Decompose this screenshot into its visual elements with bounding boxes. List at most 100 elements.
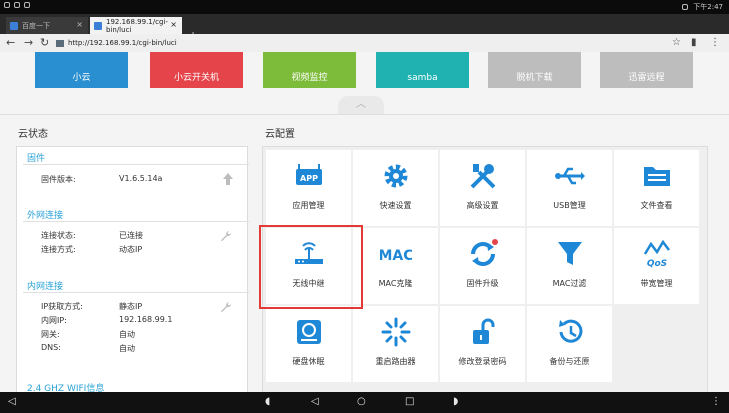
- app-label: 迅雷远程: [628, 73, 665, 83]
- app-button-video[interactable]: 视频监控: [263, 52, 356, 88]
- svg-text:APP: APP: [300, 174, 318, 183]
- tile-file-browser[interactable]: 文件查看: [614, 150, 699, 226]
- close-tab-icon[interactable]: ×: [170, 20, 177, 29]
- menu-icon[interactable]: ⋮: [711, 395, 721, 409]
- wan-mode-label: 连接方式:: [41, 245, 76, 254]
- close-tab-icon[interactable]: ×: [76, 20, 83, 29]
- restart-icon: [381, 317, 411, 347]
- refresh-icon: [471, 239, 498, 266]
- back-icon[interactable]: ←: [6, 36, 15, 49]
- tile-label: 硬盘休眠: [292, 357, 325, 366]
- back-icon[interactable]: ◁: [311, 395, 319, 409]
- tile-mac-clone[interactable]: MAC MAC克隆: [353, 228, 438, 304]
- volume-down-icon[interactable]: ◖: [265, 395, 270, 409]
- tile-label: MAC过滤: [552, 279, 587, 288]
- lan-ip-label: 内网IP:: [41, 316, 67, 325]
- tile-label: MAC克隆: [378, 279, 413, 288]
- forward-icon[interactable]: →: [24, 36, 33, 49]
- tile-label: 文件查看: [640, 201, 673, 210]
- unlock-icon: [473, 318, 495, 344]
- divider: [23, 221, 249, 222]
- mac-icon: MAC: [380, 248, 412, 264]
- app-label: 脱机下载: [516, 73, 553, 83]
- tile-usb-management[interactable]: USB管理: [527, 150, 612, 226]
- back-nav-icon[interactable]: ◁: [8, 395, 16, 409]
- wan-status-label: 连接状态:: [41, 231, 76, 240]
- divider: [23, 292, 249, 293]
- usb-icon: [555, 167, 585, 185]
- lan-ipmode-label: IP获取方式:: [41, 302, 83, 311]
- tile-app-management[interactable]: APP 应用管理: [266, 150, 351, 226]
- wan-status-value: 已连接: [119, 231, 143, 240]
- reload-icon[interactable]: ↻: [40, 36, 49, 49]
- app-button-power[interactable]: 小云开关机: [150, 52, 243, 88]
- cloud-config-title: 云配置: [265, 129, 295, 140]
- tile-disk-sleep[interactable]: 硬盘休眠: [266, 306, 351, 382]
- app-label: samba: [407, 73, 438, 83]
- qos-icon: QoS: [643, 239, 670, 269]
- backup-icon: [559, 319, 583, 343]
- wrench-icon[interactable]: [220, 230, 232, 242]
- svg-text:QoS: QoS: [647, 259, 667, 269]
- favicon-icon: [94, 22, 102, 30]
- volume-up-icon[interactable]: ◗: [453, 395, 458, 409]
- lan-dns-label: DNS:: [41, 343, 61, 352]
- divider: [0, 114, 729, 115]
- lan-gateway-label: 网关:: [41, 330, 60, 339]
- firmware-version-value: V1.6.5.14a: [119, 174, 163, 183]
- lan-dns-value: 自动: [119, 344, 135, 353]
- bookmark-icon[interactable]: ▮: [691, 36, 697, 49]
- lan-gateway-value: 自动: [119, 330, 135, 339]
- app-button-samba[interactable]: samba: [376, 52, 469, 88]
- harddisk-icon: [297, 320, 321, 344]
- star-icon[interactable]: ☆: [672, 36, 681, 49]
- browser-tab-luci[interactable]: 192.168.99.1/cgi-bin/luci ×: [90, 17, 182, 34]
- app-label: 小云: [72, 73, 91, 83]
- tile-restart-router[interactable]: 重启路由器: [353, 306, 438, 382]
- wan-mode-value: 动态IP: [119, 245, 143, 254]
- upgrade-arrow-icon[interactable]: [223, 173, 233, 185]
- app-label: 小云开关机: [173, 73, 219, 83]
- tile-label: USB管理: [553, 201, 586, 210]
- lan-title: 内网连接: [27, 282, 64, 292]
- wifi-title: 2.4 GHZ WIFI信息: [27, 384, 105, 392]
- wrench-icon[interactable]: [220, 301, 232, 313]
- browser-tab-baidu[interactable]: 百度一下 ×: [6, 17, 88, 34]
- tile-backup-restore[interactable]: 备份与还原: [527, 306, 612, 382]
- tile-change-password[interactable]: 修改登录密码: [440, 306, 525, 382]
- home-icon[interactable]: ○: [357, 395, 366, 409]
- recent-apps-icon[interactable]: □: [405, 395, 414, 409]
- svg-text:MAC: MAC: [380, 248, 412, 264]
- tile-quick-setup[interactable]: 快速设置: [353, 150, 438, 226]
- menu-icon[interactable]: ⋮: [710, 36, 720, 49]
- site-icon: [56, 39, 64, 47]
- notification-icon: [14, 2, 20, 8]
- browser-tab-bar: 百度一下 × 192.168.99.1/cgi-bin/luci × +: [0, 14, 729, 43]
- app-row: 小云 小云开关机 视频监控 samba 脱机下载 迅雷远程: [0, 52, 729, 92]
- folder-icon: [644, 167, 670, 186]
- tile-bandwidth-management[interactable]: QoS 带宽管理: [614, 228, 699, 304]
- lan-ipmode-value: 静态IP: [119, 302, 143, 311]
- app-button-xiaoyun[interactable]: 小云: [35, 52, 128, 88]
- app-label: 视频监控: [291, 73, 328, 83]
- app-button-offline-download[interactable]: 脱机下载: [488, 52, 581, 88]
- tile-label: 高级设置: [466, 201, 499, 210]
- app-button-thunder-remote[interactable]: 迅雷远程: [600, 52, 693, 88]
- tab-title: 百度一下: [22, 21, 50, 30]
- firmware-version-label: 固件版本:: [41, 175, 76, 184]
- status-bar: 下午2:47: [0, 0, 729, 14]
- tile-label: 修改登录密码: [458, 357, 507, 366]
- tile-label: 带宽管理: [640, 279, 673, 288]
- lan-ip-value: 192.168.99.1: [119, 315, 173, 324]
- firmware-title: 固件: [27, 154, 46, 164]
- tile-firmware-upgrade[interactable]: 固件升级: [440, 228, 525, 304]
- divider: [23, 164, 249, 165]
- collapse-chevron-icon[interactable]: ︿: [338, 96, 384, 114]
- favicon-icon: [10, 22, 18, 30]
- tile-advanced-settings[interactable]: 高级设置: [440, 150, 525, 226]
- highlight-box: [259, 225, 363, 309]
- tile-mac-filter[interactable]: MAC过滤: [527, 228, 612, 304]
- tools-icon: [470, 164, 496, 189]
- address-bar: ← → ↻ http://192.168.99.1/cgi-bin/luci ☆…: [0, 34, 729, 53]
- url-input[interactable]: http://192.168.99.1/cgi-bin/luci: [56, 36, 656, 50]
